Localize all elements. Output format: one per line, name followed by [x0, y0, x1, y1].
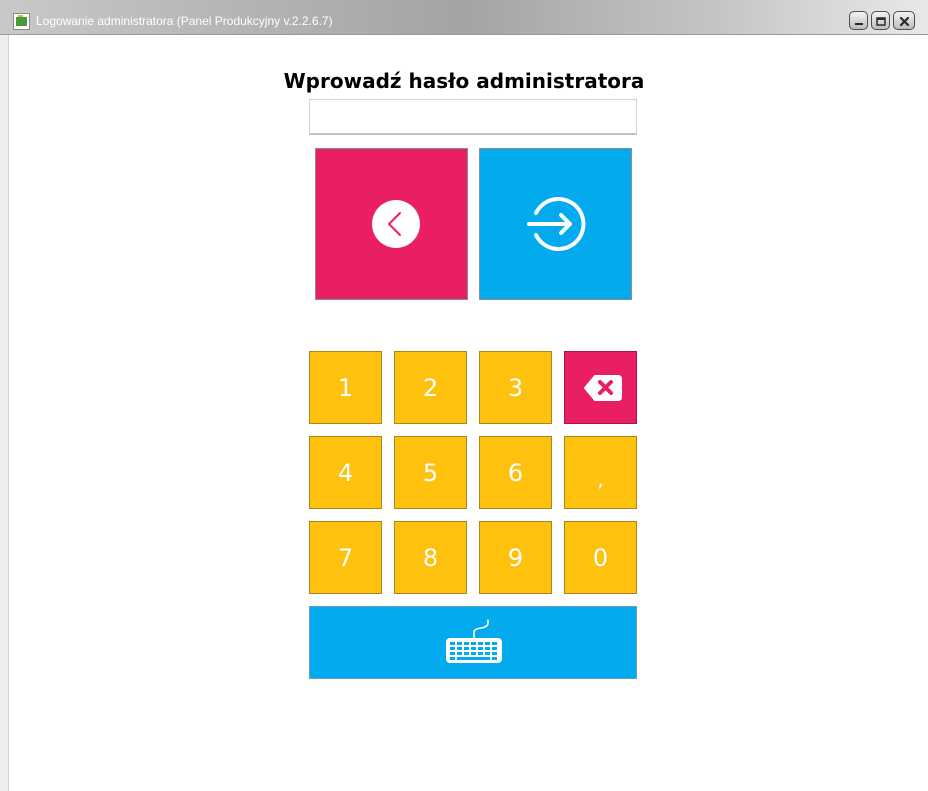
login-button[interactable]: [479, 148, 632, 300]
key-label: 7: [337, 543, 354, 572]
key-label: 9: [507, 543, 524, 572]
backspace-icon: [584, 375, 622, 401]
keyboard-icon: [446, 619, 502, 663]
close-button[interactable]: [893, 11, 915, 30]
password-field[interactable]: [309, 99, 637, 135]
key-label: ,: [597, 466, 604, 491]
maximize-icon: [876, 17, 886, 26]
key-2[interactable]: 2: [394, 351, 467, 424]
key-5[interactable]: 5: [394, 436, 467, 509]
title-bar[interactable]: Logowanie administratora (Panel Produkcy…: [0, 0, 928, 35]
key-comma[interactable]: ,: [564, 436, 637, 509]
window-title: Logowanie administratora (Panel Produkcy…: [36, 14, 333, 28]
backspace-button[interactable]: [564, 351, 637, 424]
chevron-left-circle-icon: [372, 200, 420, 248]
key-label: 4: [337, 458, 354, 487]
key-label: 6: [507, 458, 524, 487]
key-0[interactable]: 0: [564, 521, 637, 594]
key-label: 1: [337, 373, 354, 402]
key-1[interactable]: 1: [309, 351, 382, 424]
login-window: Logowanie administratora (Panel Produkcy…: [0, 0, 928, 791]
key-9[interactable]: 9: [479, 521, 552, 594]
key-label: 8: [422, 543, 439, 572]
key-8[interactable]: 8: [394, 521, 467, 594]
window-left-border: [0, 35, 9, 791]
minimize-icon: [855, 23, 863, 25]
keyboard-button[interactable]: [309, 606, 637, 679]
key-6[interactable]: 6: [479, 436, 552, 509]
back-button[interactable]: [315, 148, 468, 300]
minimize-button[interactable]: [849, 11, 868, 30]
sign-in-arrow-icon: [527, 197, 586, 251]
maximize-button[interactable]: [871, 11, 890, 30]
app-icon: [13, 13, 30, 30]
key-7[interactable]: 7: [309, 521, 382, 594]
close-icon: [899, 16, 910, 27]
key-4[interactable]: 4: [309, 436, 382, 509]
page-title: Wprowadź hasło administratora: [283, 69, 645, 93]
key-3[interactable]: 3: [479, 351, 552, 424]
key-label: 2: [422, 373, 439, 402]
key-label: 3: [507, 373, 524, 402]
key-label: 5: [422, 458, 439, 487]
key-label: 0: [592, 543, 609, 572]
